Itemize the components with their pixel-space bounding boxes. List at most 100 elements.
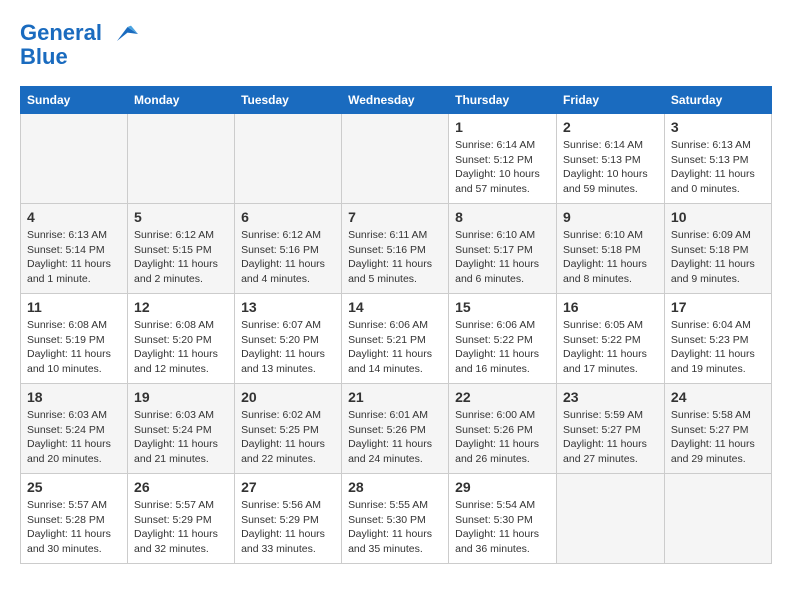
day-number: 3 bbox=[671, 119, 765, 135]
day-number: 9 bbox=[563, 209, 658, 225]
day-info: Sunrise: 6:10 AM Sunset: 5:17 PM Dayligh… bbox=[455, 228, 550, 287]
calendar-cell: 9 Sunrise: 6:10 AM Sunset: 5:18 PM Daylig… bbox=[557, 204, 665, 294]
day-info: Sunrise: 6:07 AM Sunset: 5:20 PM Dayligh… bbox=[241, 318, 335, 377]
day-number: 21 bbox=[348, 389, 442, 405]
day-number: 24 bbox=[671, 389, 765, 405]
day-number: 17 bbox=[671, 299, 765, 315]
day-number: 11 bbox=[27, 299, 121, 315]
calendar-cell: 2 Sunrise: 6:14 AM Sunset: 5:13 PM Daylig… bbox=[557, 114, 665, 204]
header-day: Monday bbox=[128, 87, 235, 114]
calendar-row: 4 Sunrise: 6:13 AM Sunset: 5:14 PM Daylig… bbox=[21, 204, 772, 294]
day-number: 23 bbox=[563, 389, 658, 405]
day-number: 4 bbox=[27, 209, 121, 225]
day-number: 5 bbox=[134, 209, 228, 225]
calendar-row: 1 Sunrise: 6:14 AM Sunset: 5:12 PM Daylig… bbox=[21, 114, 772, 204]
calendar-cell: 20 Sunrise: 6:02 AM Sunset: 5:25 PM Dayli… bbox=[235, 384, 342, 474]
header-day: Thursday bbox=[449, 87, 557, 114]
day-info: Sunrise: 5:57 AM Sunset: 5:29 PM Dayligh… bbox=[134, 498, 228, 557]
day-info: Sunrise: 6:06 AM Sunset: 5:22 PM Dayligh… bbox=[455, 318, 550, 377]
day-info: Sunrise: 5:58 AM Sunset: 5:27 PM Dayligh… bbox=[671, 408, 765, 467]
day-info: Sunrise: 6:14 AM Sunset: 5:12 PM Dayligh… bbox=[455, 138, 550, 197]
day-info: Sunrise: 6:10 AM Sunset: 5:18 PM Dayligh… bbox=[563, 228, 658, 287]
day-number: 20 bbox=[241, 389, 335, 405]
day-number: 29 bbox=[455, 479, 550, 495]
calendar-cell: 15 Sunrise: 6:06 AM Sunset: 5:22 PM Dayli… bbox=[449, 294, 557, 384]
header-day: Friday bbox=[557, 87, 665, 114]
header-day: Sunday bbox=[21, 87, 128, 114]
day-number: 7 bbox=[348, 209, 442, 225]
calendar-cell: 4 Sunrise: 6:13 AM Sunset: 5:14 PM Daylig… bbox=[21, 204, 128, 294]
calendar-row: 18 Sunrise: 6:03 AM Sunset: 5:24 PM Dayli… bbox=[21, 384, 772, 474]
day-number: 8 bbox=[455, 209, 550, 225]
calendar-cell bbox=[21, 114, 128, 204]
calendar-row: 25Sunrise: 5:57 AM Sunset: 5:28 PM Dayli… bbox=[21, 474, 772, 564]
day-info: Sunrise: 6:03 AM Sunset: 5:24 PM Dayligh… bbox=[27, 408, 121, 467]
calendar-cell bbox=[664, 474, 771, 564]
day-info: Sunrise: 6:14 AM Sunset: 5:13 PM Dayligh… bbox=[563, 138, 658, 197]
day-info: Sunrise: 6:02 AM Sunset: 5:25 PM Dayligh… bbox=[241, 408, 335, 467]
day-info: Sunrise: 6:09 AM Sunset: 5:18 PM Dayligh… bbox=[671, 228, 765, 287]
logo: General Blue bbox=[20, 20, 138, 70]
calendar-cell: 27Sunrise: 5:56 AM Sunset: 5:29 PM Dayli… bbox=[235, 474, 342, 564]
header-day: Tuesday bbox=[235, 87, 342, 114]
calendar-cell: 6 Sunrise: 6:12 AM Sunset: 5:16 PM Daylig… bbox=[235, 204, 342, 294]
calendar-cell: 28 Sunrise: 5:55 AM Sunset: 5:30 PM Dayli… bbox=[342, 474, 449, 564]
calendar-cell: 13 Sunrise: 6:07 AM Sunset: 5:20 PM Dayli… bbox=[235, 294, 342, 384]
calendar-cell: 5 Sunrise: 6:12 AM Sunset: 5:15 PM Daylig… bbox=[128, 204, 235, 294]
calendar-cell: 25Sunrise: 5:57 AM Sunset: 5:28 PM Dayli… bbox=[21, 474, 128, 564]
day-info: Sunrise: 6:05 AM Sunset: 5:22 PM Dayligh… bbox=[563, 318, 658, 377]
day-number: 2 bbox=[563, 119, 658, 135]
day-number: 15 bbox=[455, 299, 550, 315]
day-number: 14 bbox=[348, 299, 442, 315]
day-number: 18 bbox=[27, 389, 121, 405]
calendar-cell: 21 Sunrise: 6:01 AM Sunset: 5:26 PM Dayli… bbox=[342, 384, 449, 474]
calendar-row: 11 Sunrise: 6:08 AM Sunset: 5:19 PM Dayli… bbox=[21, 294, 772, 384]
calendar-cell bbox=[128, 114, 235, 204]
calendar-cell: 26 Sunrise: 5:57 AM Sunset: 5:29 PM Dayli… bbox=[128, 474, 235, 564]
calendar-cell: 10Sunrise: 6:09 AM Sunset: 5:18 PM Dayli… bbox=[664, 204, 771, 294]
day-number: 13 bbox=[241, 299, 335, 315]
calendar-cell: 19Sunrise: 6:03 AM Sunset: 5:24 PM Dayli… bbox=[128, 384, 235, 474]
calendar-header: SundayMondayTuesdayWednesdayThursdayFrid… bbox=[21, 87, 772, 114]
day-info: Sunrise: 5:55 AM Sunset: 5:30 PM Dayligh… bbox=[348, 498, 442, 557]
calendar-cell: 7 Sunrise: 6:11 AM Sunset: 5:16 PM Daylig… bbox=[342, 204, 449, 294]
calendar-table: SundayMondayTuesdayWednesdayThursdayFrid… bbox=[20, 86, 772, 564]
header-day: Saturday bbox=[664, 87, 771, 114]
day-info: Sunrise: 6:13 AM Sunset: 5:14 PM Dayligh… bbox=[27, 228, 121, 287]
day-info: Sunrise: 6:08 AM Sunset: 5:20 PM Dayligh… bbox=[134, 318, 228, 377]
day-number: 26 bbox=[134, 479, 228, 495]
day-info: Sunrise: 5:56 AM Sunset: 5:29 PM Dayligh… bbox=[241, 498, 335, 557]
header-row: SundayMondayTuesdayWednesdayThursdayFrid… bbox=[21, 87, 772, 114]
calendar-body: 1 Sunrise: 6:14 AM Sunset: 5:12 PM Daylig… bbox=[21, 114, 772, 564]
day-number: 22 bbox=[455, 389, 550, 405]
day-info: Sunrise: 6:12 AM Sunset: 5:16 PM Dayligh… bbox=[241, 228, 335, 287]
calendar-cell bbox=[557, 474, 665, 564]
calendar-cell bbox=[235, 114, 342, 204]
day-info: Sunrise: 6:12 AM Sunset: 5:15 PM Dayligh… bbox=[134, 228, 228, 287]
day-number: 6 bbox=[241, 209, 335, 225]
day-info: Sunrise: 6:04 AM Sunset: 5:23 PM Dayligh… bbox=[671, 318, 765, 377]
calendar-cell: 16 Sunrise: 6:05 AM Sunset: 5:22 PM Dayli… bbox=[557, 294, 665, 384]
calendar-cell: 24 Sunrise: 5:58 AM Sunset: 5:27 PM Dayli… bbox=[664, 384, 771, 474]
day-number: 19 bbox=[134, 389, 228, 405]
day-info: Sunrise: 5:59 AM Sunset: 5:27 PM Dayligh… bbox=[563, 408, 658, 467]
day-info: Sunrise: 6:08 AM Sunset: 5:19 PM Dayligh… bbox=[27, 318, 121, 377]
day-number: 1 bbox=[455, 119, 550, 135]
day-info: Sunrise: 5:57 AM Sunset: 5:28 PM Dayligh… bbox=[27, 498, 121, 557]
calendar-cell: 8 Sunrise: 6:10 AM Sunset: 5:17 PM Daylig… bbox=[449, 204, 557, 294]
page-header: General Blue bbox=[20, 20, 772, 70]
day-info: Sunrise: 6:00 AM Sunset: 5:26 PM Dayligh… bbox=[455, 408, 550, 467]
logo-general: General bbox=[20, 20, 102, 45]
calendar-cell: 11 Sunrise: 6:08 AM Sunset: 5:19 PM Dayli… bbox=[21, 294, 128, 384]
day-number: 12 bbox=[134, 299, 228, 315]
day-info: Sunrise: 6:11 AM Sunset: 5:16 PM Dayligh… bbox=[348, 228, 442, 287]
calendar-cell bbox=[342, 114, 449, 204]
calendar-cell: 18 Sunrise: 6:03 AM Sunset: 5:24 PM Dayli… bbox=[21, 384, 128, 474]
day-number: 28 bbox=[348, 479, 442, 495]
day-info: Sunrise: 6:01 AM Sunset: 5:26 PM Dayligh… bbox=[348, 408, 442, 467]
calendar-cell: 3 Sunrise: 6:13 AM Sunset: 5:13 PM Daylig… bbox=[664, 114, 771, 204]
day-number: 16 bbox=[563, 299, 658, 315]
day-info: Sunrise: 6:13 AM Sunset: 5:13 PM Dayligh… bbox=[671, 138, 765, 197]
day-info: Sunrise: 5:54 AM Sunset: 5:30 PM Dayligh… bbox=[455, 498, 550, 557]
logo-bird-icon bbox=[110, 20, 138, 48]
